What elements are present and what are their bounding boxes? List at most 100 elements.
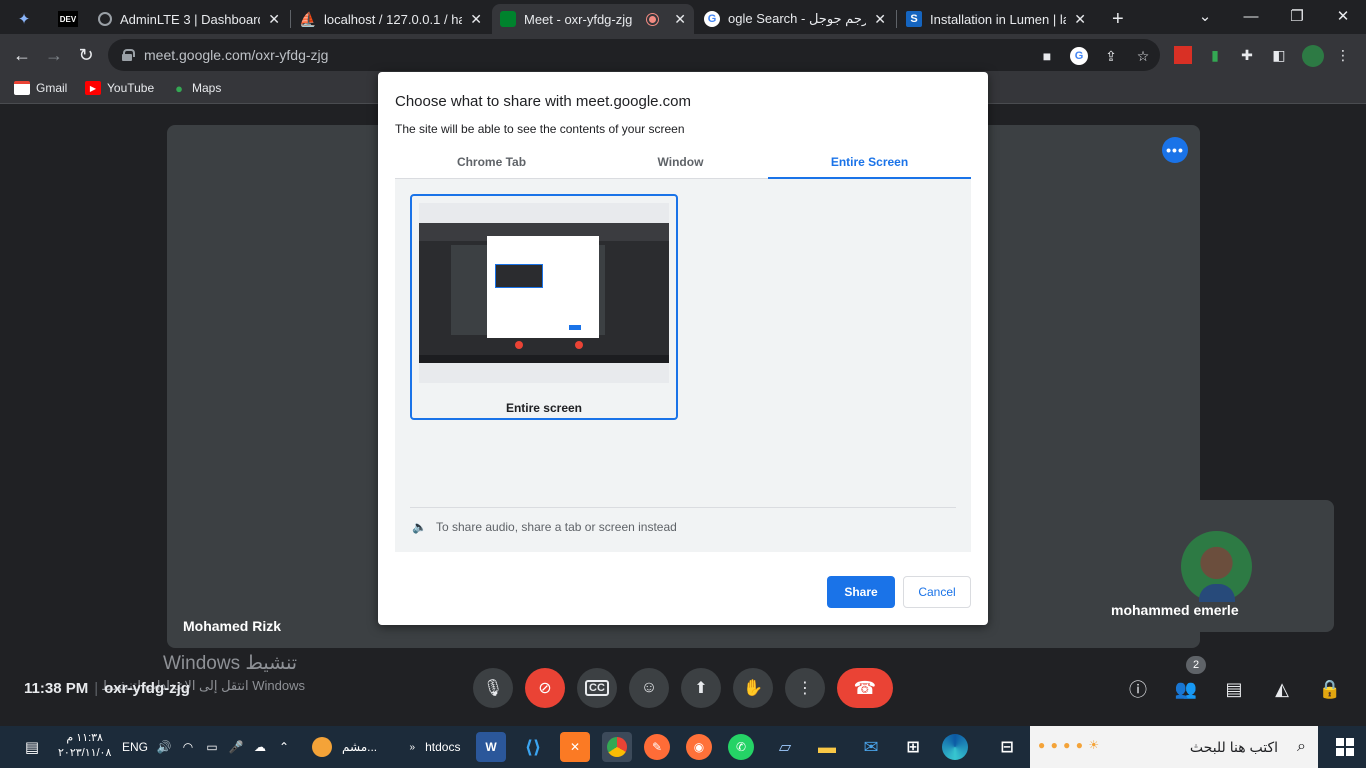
- avatar: [1181, 531, 1252, 602]
- address-bar[interactable]: meet.google.com/oxr-yfdg-zjg ■ G ⇪ ☆: [108, 39, 1160, 71]
- notifications-icon[interactable]: ▤: [20, 732, 44, 762]
- whatsapp-icon[interactable]: ✆: [728, 734, 754, 760]
- search-highlight-icon: ● ● ● ● ☀: [1038, 738, 1101, 752]
- tab-strip: ✦ DEV AdminLTE 3 | Dashboard ✕ ⛵ localho…: [0, 0, 1366, 34]
- chat-button[interactable]: ▤: [1221, 676, 1247, 702]
- meeting-code: oxr-yfdg-zjg: [104, 680, 190, 697]
- share-icon[interactable]: ⇪: [1102, 47, 1120, 65]
- microphone-button[interactable]: 🎙: [473, 668, 513, 708]
- tab-adminlte[interactable]: AdminLTE 3 | Dashboard ✕: [90, 4, 288, 34]
- recording-icon: [644, 11, 660, 27]
- tab-meet[interactable]: Meet - oxr-yfdg-zjg ✕: [492, 4, 694, 34]
- host-controls-button[interactable]: 🔒: [1317, 676, 1343, 702]
- cloud-icon[interactable]: ☁: [250, 732, 270, 762]
- share-screen-dialog: Choose what to share with meet.google.co…: [378, 72, 988, 625]
- google-lens-icon[interactable]: G: [1070, 47, 1088, 65]
- tab-title: Meet - oxr-yfdg-zjg: [524, 11, 633, 27]
- taskbar-htdocs[interactable]: » htdocs: [400, 732, 470, 762]
- audio-note: 🔈 To share audio, share a tab or screen …: [412, 520, 677, 534]
- task-view-icon[interactable]: ⊟: [992, 732, 1022, 762]
- close-tab-icon[interactable]: ✕: [268, 11, 280, 28]
- browser-toolbar: ← → ↻ meet.google.com/oxr-yfdg-zjg ■ G ⇪…: [0, 34, 1366, 76]
- word-icon[interactable]: W: [476, 732, 506, 762]
- postman-icon[interactable]: ✎: [644, 734, 670, 760]
- volume-icon[interactable]: 🔊: [154, 732, 174, 762]
- reactions-button[interactable]: ☺: [629, 668, 669, 708]
- side-panel-icon[interactable]: ◧: [1270, 46, 1288, 64]
- xampp-icon[interactable]: ✕: [560, 732, 590, 762]
- edge-icon[interactable]: [942, 734, 968, 760]
- chevron-up-icon[interactable]: ⌃: [274, 732, 294, 762]
- more-actions-button[interactable]: ⋮: [785, 668, 825, 708]
- raise-hand-button[interactable]: ✋: [733, 668, 773, 708]
- meeting-info: 11:38 PM | oxr-yfdg-zjg: [24, 680, 190, 697]
- tab-gemini[interactable]: ✦: [8, 4, 44, 34]
- battery-icon[interactable]: ▭: [202, 732, 222, 762]
- self-view-tile[interactable]: mohammed emerle: [1099, 500, 1334, 632]
- firefox-icon[interactable]: ◉: [686, 734, 712, 760]
- reload-button[interactable]: ↻: [73, 42, 99, 68]
- system-clock[interactable]: ١١:٣٨ م ٢٠٢٣/١١/٠٨: [58, 731, 111, 761]
- close-tab-icon[interactable]: ✕: [1074, 11, 1086, 28]
- chrome-icon[interactable]: [602, 732, 632, 762]
- store-icon[interactable]: ⊞: [898, 732, 928, 762]
- file-explorer-icon[interactable]: ▬: [812, 732, 842, 762]
- mail-icon[interactable]: ✉: [856, 732, 886, 762]
- taskbar-chat-item[interactable]: مشم...: [312, 732, 402, 762]
- menu-kebab-icon[interactable]: ⋮: [1334, 46, 1352, 64]
- minimize-button[interactable]: —: [1228, 0, 1274, 32]
- self-name: mohammed emerle: [1111, 602, 1239, 618]
- back-button[interactable]: ←: [9, 42, 35, 68]
- meeting-controls-bar: 11:38 PM | oxr-yfdg-zjg 🎙 ⊘ CC ☺ ⬆ ✋ ⋮ ☎ ⓘ…: [0, 660, 1366, 726]
- share-button[interactable]: Share: [827, 576, 895, 608]
- close-window-button[interactable]: ✕: [1320, 0, 1366, 32]
- camera-icon[interactable]: ■: [1038, 47, 1056, 65]
- tab-google-search[interactable]: G ogle Search - مترجم جوجل ✕: [696, 4, 894, 34]
- extension-red-icon[interactable]: [1174, 46, 1192, 64]
- chevron-icon: »: [409, 741, 416, 753]
- extension-green-icon[interactable]: ▮: [1206, 46, 1224, 64]
- activities-button[interactable]: ◭: [1269, 676, 1295, 702]
- tab-title: Installation in Lumen | lar: [930, 11, 1067, 27]
- bookmark-youtube[interactable]: ▶ YouTube: [85, 81, 154, 95]
- tab-entire-screen[interactable]: Entire Screen: [768, 152, 971, 179]
- kebab-icon: ⋮: [797, 680, 813, 697]
- camera-off-button[interactable]: ⊘: [525, 668, 565, 708]
- globe-icon: [98, 12, 112, 26]
- leave-call-button[interactable]: ☎: [837, 668, 893, 708]
- tab-phpmyadmin[interactable]: ⛵ localhost / 127.0.0.1 / har ✕: [292, 4, 490, 34]
- profile-avatar[interactable]: [1302, 45, 1324, 67]
- tab-chrome-tab[interactable]: Chrome Tab: [395, 152, 588, 179]
- language-indicator[interactable]: ENG: [120, 732, 150, 762]
- captions-button[interactable]: CC: [577, 668, 617, 708]
- hand-icon: ✋: [743, 680, 763, 697]
- tab-window[interactable]: Window: [584, 152, 777, 179]
- forward-button[interactable]: →: [41, 42, 67, 68]
- taskbar-search[interactable]: ● ● ● ● ☀ اكتب هنا للبحث ⌕: [1030, 726, 1318, 768]
- google-icon: G: [704, 11, 720, 27]
- cancel-button[interactable]: Cancel: [903, 576, 971, 608]
- bookmark-star-icon[interactable]: ☆: [1134, 47, 1152, 65]
- start-button[interactable]: [1336, 738, 1354, 756]
- close-tab-icon[interactable]: ✕: [874, 11, 886, 28]
- close-tab-icon[interactable]: ✕: [470, 11, 482, 28]
- puzzle-icon[interactable]: ✚: [1238, 46, 1256, 64]
- restore-button[interactable]: ❐: [1274, 0, 1320, 32]
- mic-tray-icon[interactable]: 🎤: [226, 732, 246, 762]
- wifi-icon[interactable]: ◠: [178, 732, 198, 762]
- present-button[interactable]: ⬆: [681, 668, 721, 708]
- close-tab-icon[interactable]: ✕: [674, 11, 686, 28]
- more-options-button[interactable]: •••: [1162, 137, 1188, 163]
- bookmark-maps[interactable]: ● Maps: [172, 81, 221, 96]
- entire-screen-option[interactable]: Entire screen: [410, 194, 678, 420]
- people-button[interactable]: 👥: [1173, 676, 1199, 702]
- vscode-icon[interactable]: ⟨⟩: [518, 732, 548, 762]
- new-tab-button[interactable]: +: [1104, 4, 1134, 34]
- remote-desktop-icon[interactable]: ▱: [770, 732, 800, 762]
- meeting-details-button[interactable]: ⓘ: [1125, 676, 1151, 702]
- tab-lumen[interactable]: S Installation in Lumen | lar ✕: [898, 4, 1094, 34]
- tab-search-button[interactable]: ⌄: [1182, 0, 1228, 32]
- bookmark-gmail[interactable]: Gmail: [14, 81, 67, 95]
- url-text[interactable]: meet.google.com/oxr-yfdg-zjg: [144, 47, 328, 63]
- tab-dev[interactable]: DEV: [50, 4, 86, 34]
